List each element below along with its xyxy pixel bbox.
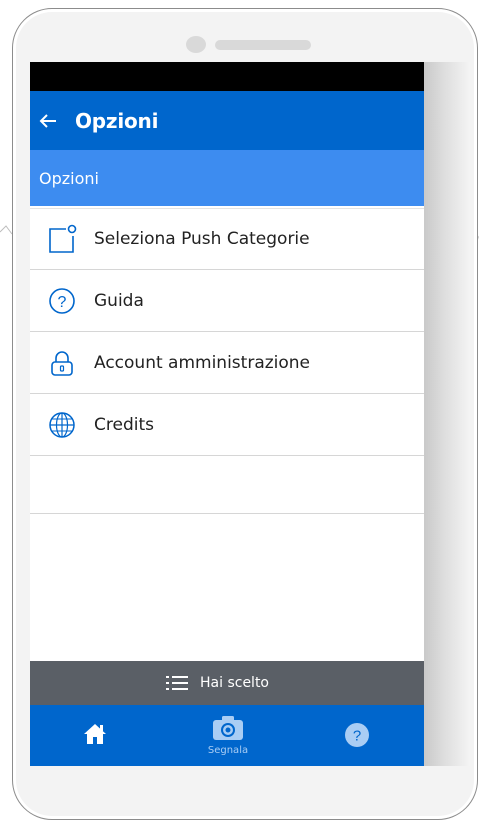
menu-item-label: Account amministrazione xyxy=(94,352,311,373)
page-title: Opzioni xyxy=(75,108,159,133)
app-bar: Opzioni xyxy=(30,91,424,150)
back-arrow-icon[interactable] xyxy=(39,111,59,131)
help-icon[interactable]: ? xyxy=(344,722,370,748)
menu-item-push-categories[interactable]: Seleziona Push Categorie xyxy=(30,208,424,270)
menu-item-label: Guida xyxy=(94,290,144,311)
empty-list-row xyxy=(30,456,424,514)
menu-item-guide[interactable]: ? Guida xyxy=(30,270,424,332)
side-panel-shadow xyxy=(424,62,470,766)
bottom-navigation: Segnala ? xyxy=(30,705,424,766)
home-icon[interactable] xyxy=(83,722,107,746)
question-circle-icon: ? xyxy=(47,286,77,316)
app-screen: Opzioni Opzioni Seleziona Push Categorie… xyxy=(30,62,424,766)
svg-text:?: ? xyxy=(353,728,361,745)
menu-item-admin-account[interactable]: Account amministrazione xyxy=(30,332,424,394)
menu-item-label: Credits xyxy=(94,414,154,435)
phone-camera xyxy=(186,36,206,53)
camera-icon xyxy=(213,716,243,740)
phone-speaker xyxy=(215,40,311,50)
list-icon xyxy=(165,673,189,693)
menu-item-credits[interactable]: Credits xyxy=(30,394,424,456)
svg-text:?: ? xyxy=(58,294,67,311)
selection-label: Hai scelto xyxy=(200,675,269,691)
push-category-icon xyxy=(47,224,77,254)
section-title: Opzioni xyxy=(39,168,99,188)
selection-bar[interactable]: Hai scelto xyxy=(30,661,424,705)
options-menu: Seleziona Push Categorie ? Guida Account… xyxy=(30,208,424,514)
lock-icon xyxy=(47,348,77,378)
section-header: Opzioni xyxy=(30,150,424,206)
globe-icon xyxy=(47,410,77,440)
menu-item-label: Seleziona Push Categorie xyxy=(94,229,310,249)
nav-report-label: Segnala xyxy=(207,745,249,756)
nav-report-button[interactable]: Segnala xyxy=(198,715,258,761)
status-bar xyxy=(30,62,424,91)
